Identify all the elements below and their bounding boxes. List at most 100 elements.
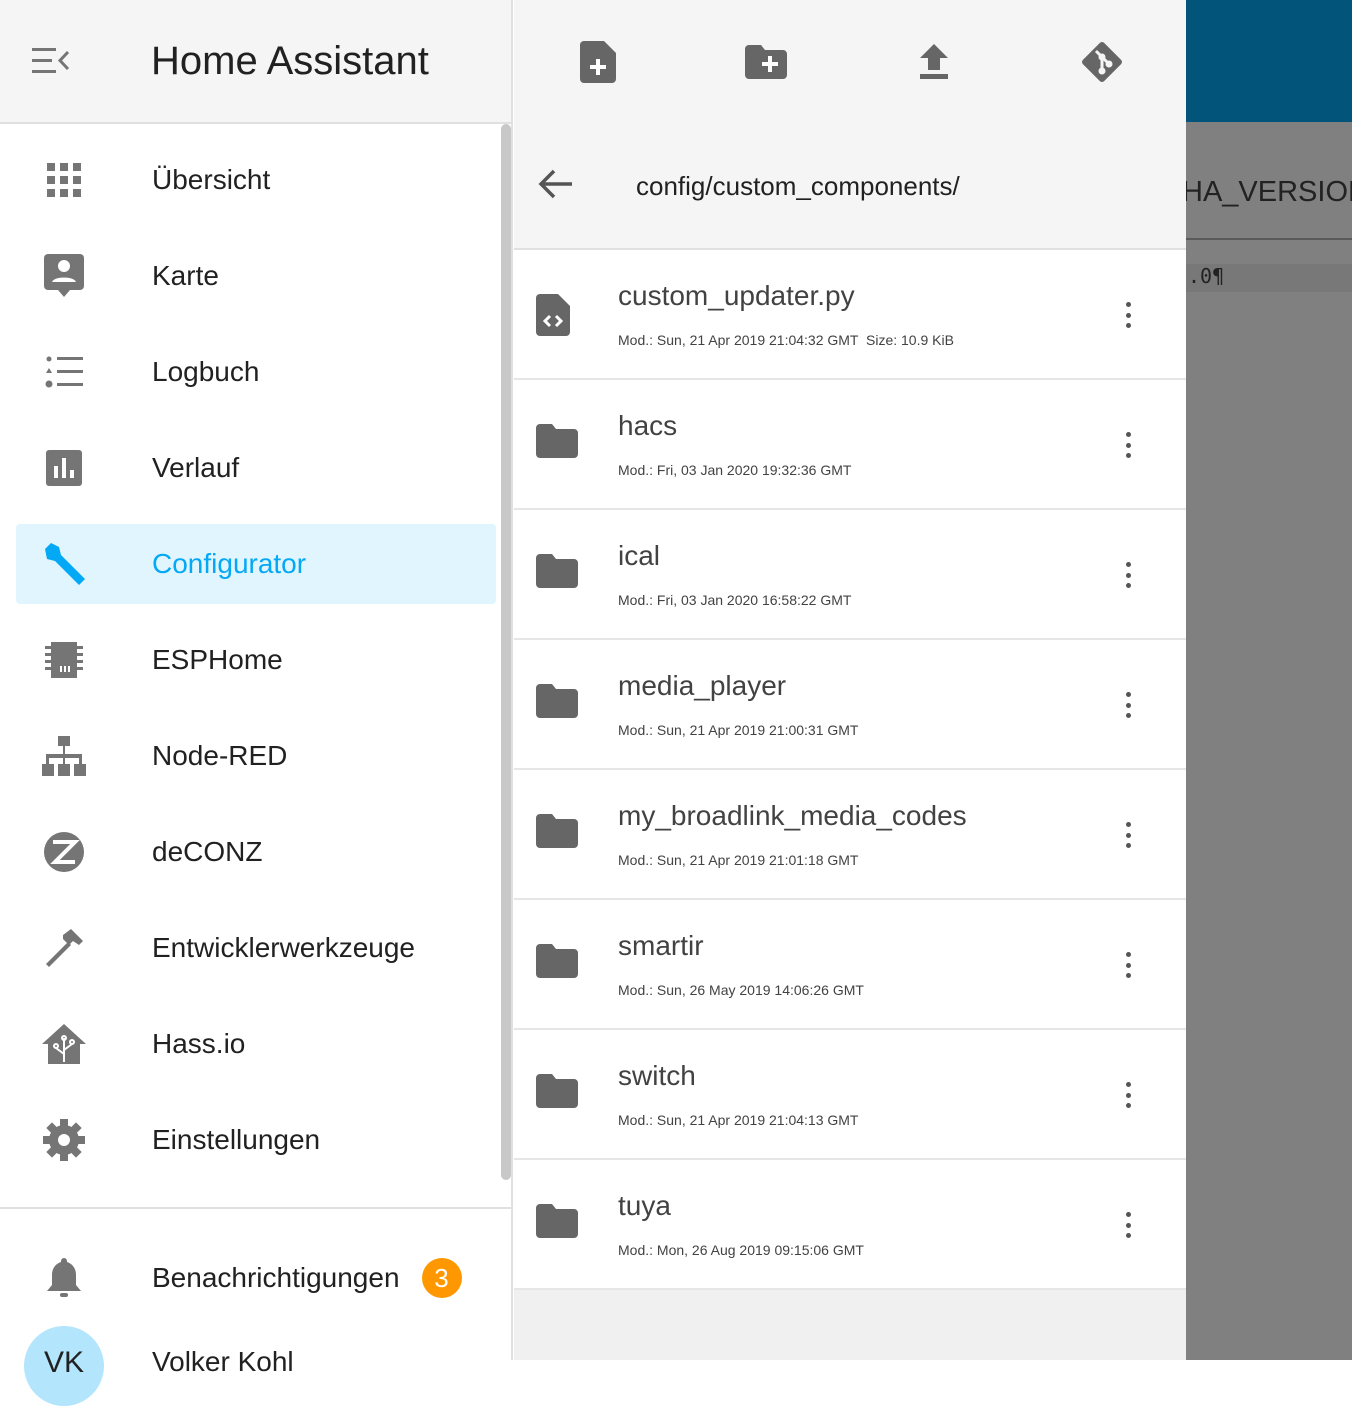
- more-vert-icon[interactable]: [1118, 822, 1138, 848]
- sidebar-item-einstellungen[interactable]: Einstellungen: [16, 1100, 496, 1180]
- gear-icon: [40, 1116, 88, 1164]
- sidebar-item-node-red[interactable]: Node-RED: [16, 716, 496, 796]
- sitemap-icon: [40, 732, 88, 780]
- file-list-item[interactable]: switch Mod.: Sun, 21 Apr 2019 21:04:13 GM…: [514, 1030, 1186, 1160]
- editor-code-line: .0¶: [1186, 264, 1352, 292]
- file-list-item[interactable]: smartir Mod.: Sun, 26 May 2019 14:06:26 G…: [514, 900, 1186, 1030]
- sidebar-item-label: Entwicklerwerkzeuge: [152, 932, 415, 963]
- divider: [0, 1207, 511, 1209]
- folder-icon: [536, 554, 578, 593]
- file-list-item[interactable]: custom_updater.py Mod.: Sun, 21 Apr 2019 …: [514, 250, 1186, 380]
- folder-icon: [536, 424, 578, 463]
- sidebar-item-karte[interactable]: Karte: [16, 236, 496, 316]
- sidebar-item-verlauf[interactable]: Verlauf: [16, 428, 496, 508]
- file-name: custom_updater.py: [618, 280, 855, 311]
- file-list-item[interactable]: hacs Mod.: Fri, 03 Jan 2020 19:32:36 GMT: [514, 380, 1186, 510]
- folder-icon: [536, 1204, 578, 1243]
- more-vert-icon[interactable]: [1118, 1212, 1138, 1238]
- wrench-icon: [40, 540, 88, 588]
- sidebar-item-label: Configurator: [152, 548, 307, 579]
- sidebar-item-configurator[interactable]: Configurator: [16, 524, 496, 604]
- file-meta: Mod.: Sun, 21 Apr 2019 21:04:13 GMT: [618, 1112, 859, 1128]
- file-list: custom_updater.py Mod.: Sun, 21 Apr 2019 …: [514, 250, 1186, 1290]
- sidebar-item-deconz[interactable]: deCONZ: [16, 812, 496, 892]
- file-meta: Mod.: Sun, 21 Apr 2019 21:04:32 GMT Size…: [618, 332, 954, 348]
- format-list-icon: [40, 348, 88, 396]
- file-name: tuya: [618, 1190, 671, 1221]
- sidebar-item-label: Node-RED: [152, 740, 288, 771]
- sidebar-item-label: Hass.io: [152, 1028, 246, 1059]
- sidebar-item-label: Verlauf: [152, 452, 240, 483]
- file-list-item[interactable]: tuya Mod.: Mon, 26 Aug 2019 09:15:06 GMT: [514, 1160, 1186, 1290]
- bell-icon: [40, 1254, 88, 1302]
- editor-heading: HA_VERSION: [1186, 176, 1352, 208]
- menu-collapse-icon[interactable]: [32, 41, 96, 81]
- chip-icon: [40, 636, 88, 684]
- sidebar-item-logbuch[interactable]: Logbuch: [16, 332, 496, 412]
- zigbee-icon: [40, 828, 88, 876]
- file-meta: Mod.: Sun, 21 Apr 2019 21:01:18 GMT: [618, 852, 859, 868]
- file-toolbar: [514, 0, 1186, 124]
- user-name[interactable]: Volker Kohl: [152, 1346, 294, 1378]
- file-name: switch: [618, 1060, 696, 1091]
- grid-icon: [40, 156, 88, 204]
- chart-bar-icon: [40, 444, 88, 492]
- more-vert-icon[interactable]: [1118, 302, 1138, 328]
- path-bar: config/custom_components/: [514, 124, 1186, 250]
- upload-button[interactable]: [850, 44, 1018, 80]
- hammer-icon: [40, 924, 88, 972]
- file-list-item[interactable]: media_player Mod.: Sun, 21 Apr 2019 21:00…: [514, 640, 1186, 770]
- sidebar-item-entwicklerwerkzeuge[interactable]: Entwicklerwerkzeuge: [16, 908, 496, 988]
- file-meta: Mod.: Sun, 21 Apr 2019 21:00:31 GMT: [618, 722, 859, 738]
- more-vert-icon[interactable]: [1118, 952, 1138, 978]
- file-meta: Mod.: Mon, 26 Aug 2019 09:15:06 GMT: [618, 1242, 864, 1258]
- sidebar-item-hass-io[interactable]: Hass.io: [16, 1004, 496, 1084]
- file-name: ical: [618, 540, 661, 571]
- editor-header: [1186, 0, 1352, 122]
- folder-icon: [536, 814, 578, 853]
- notifications-label: Benachrichtigungen: [152, 1262, 400, 1293]
- new-file-button[interactable]: [514, 41, 682, 83]
- account-box-icon: [40, 252, 88, 300]
- divider: [1186, 238, 1352, 240]
- file-meta: Mod.: Sun, 26 May 2019 14:06:26 GMT: [618, 982, 864, 998]
- current-path: config/custom_components/: [636, 170, 960, 201]
- sidebar: Home Assistant Übersicht Karte Logbuch Verl…: [0, 0, 513, 1406]
- file-name: my_broadlink_media_codes: [618, 800, 967, 831]
- file-browser: config/custom_components/ custom_updater…: [514, 0, 1186, 1360]
- sidebar-item-label: deCONZ: [152, 836, 263, 867]
- sidebar-item-label: Einstellungen: [152, 1124, 321, 1155]
- sidebar-item-label: ESPHome: [152, 644, 283, 675]
- user-avatar[interactable]: VK: [24, 1326, 104, 1406]
- file-name: hacs: [618, 410, 678, 441]
- sidebar-item-label: Übersicht: [152, 164, 271, 195]
- git-button[interactable]: [1018, 41, 1186, 83]
- sidebar-item-label: Karte: [152, 260, 219, 291]
- sidebar-item-notifications[interactable]: Benachrichtigungen 3: [16, 1238, 496, 1318]
- code-file-icon: [536, 294, 570, 341]
- more-vert-icon[interactable]: [1118, 1082, 1138, 1108]
- sidebar-item--bersicht[interactable]: Übersicht: [16, 140, 496, 220]
- file-list-item[interactable]: ical Mod.: Fri, 03 Jan 2020 16:58:22 GMT: [514, 510, 1186, 640]
- folder-icon: [536, 944, 578, 983]
- file-name: smartir: [618, 930, 704, 961]
- more-vert-icon[interactable]: [1118, 562, 1138, 588]
- more-vert-icon[interactable]: [1118, 432, 1138, 458]
- file-meta: Mod.: Fri, 03 Jan 2020 19:32:36 GMT: [618, 462, 852, 478]
- folder-icon: [536, 1074, 578, 1113]
- folder-icon: [536, 684, 578, 723]
- home-assistant-icon: [40, 1020, 88, 1068]
- new-folder-button[interactable]: [682, 45, 850, 79]
- file-name: media_player: [618, 670, 787, 701]
- sidebar-item-esphome[interactable]: ESPHome: [16, 620, 496, 700]
- more-vert-icon[interactable]: [1118, 692, 1138, 718]
- back-arrow-icon[interactable]: [538, 168, 582, 205]
- sidebar-scrollbar[interactable]: [501, 124, 511, 1180]
- file-list-item[interactable]: my_broadlink_media_codes Mod.: Sun, 21 Ap…: [514, 770, 1186, 900]
- sidebar-item-label: Logbuch: [152, 356, 260, 387]
- app-title: Home Assistant: [151, 38, 429, 83]
- sidebar-header: Home Assistant: [0, 0, 511, 124]
- notification-count-badge: 3: [421, 1258, 462, 1298]
- editor-overlay: HA_VERSION .0¶: [1186, 0, 1352, 1360]
- file-meta: Mod.: Fri, 03 Jan 2020 16:58:22 GMT: [618, 592, 852, 608]
